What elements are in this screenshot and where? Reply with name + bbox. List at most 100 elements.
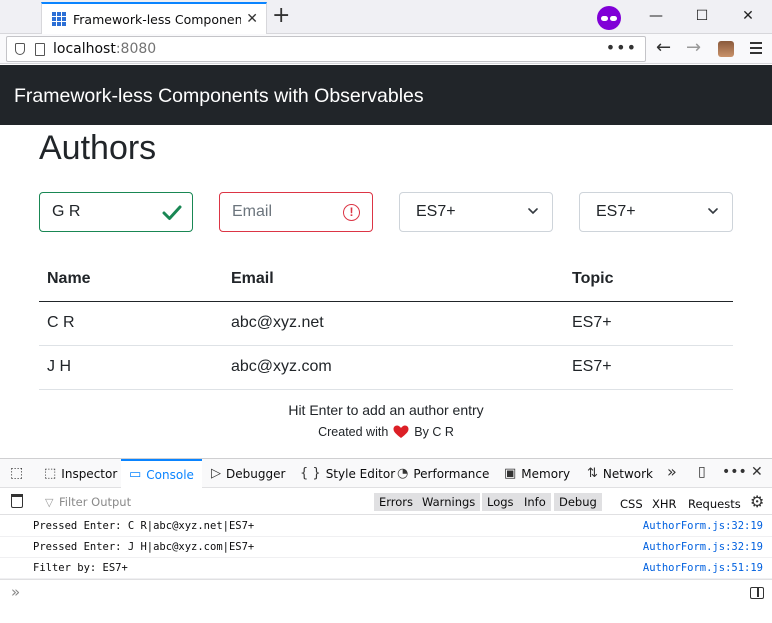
error-icon: ! [343, 204, 360, 221]
browser-tab[interactable]: Framework-less Components with Observabl… [41, 2, 267, 34]
console-message: Pressed Enter: C R|abc@xyz.net|ES7+ Auth… [0, 516, 772, 537]
tab-performance[interactable]: ◔ Performance [397, 459, 489, 488]
page-title: Authors [39, 129, 157, 167]
email-input[interactable]: Email ! [219, 192, 373, 232]
page-header: Framework-less Components with Observabl… [0, 65, 772, 125]
grid-favicon-icon [52, 12, 66, 26]
filter-warnings-button[interactable]: Warnings [417, 493, 481, 511]
column-header-email: Email [223, 258, 564, 302]
name-input-value: G R [52, 203, 81, 220]
close-window-button[interactable]: ✕ [738, 6, 758, 26]
page-actions-icon[interactable]: ••• [606, 38, 637, 57]
overflow-tabs-icon[interactable]: » [667, 462, 677, 481]
filter-output-input[interactable]: Filter Output [59, 495, 131, 509]
filter-requests-button[interactable]: Requests [688, 497, 741, 511]
topic-select-value: ES7+ [416, 203, 456, 220]
filter-info-button[interactable]: Info [519, 493, 551, 511]
filter-debug-button[interactable]: Debug [554, 493, 602, 511]
tab-label: Performance [413, 466, 490, 481]
tab-close-icon[interactable]: ✕ [246, 11, 258, 27]
topic-select[interactable]: ES7+ [399, 192, 553, 232]
devtools-panel: ⬚ ⬚ Inspector ▭ Console ▷ Debugger { } S… [0, 458, 772, 623]
forward-button[interactable]: → [686, 38, 701, 58]
devtools-tab-bar: ⬚ ⬚ Inspector ▭ Console ▷ Debugger { } S… [0, 459, 772, 488]
tab-network[interactable]: ⇅ Network [587, 459, 653, 488]
checkmark-icon [162, 205, 182, 220]
performance-icon: ◔ [397, 466, 409, 481]
console-input[interactable]: » [0, 579, 772, 605]
table-row: C R abc@xyz.net ES7+ [39, 301, 733, 346]
credits: Created with By C R [0, 425, 772, 439]
responsive-design-icon[interactable]: ▯ [698, 464, 706, 480]
cell-email: abc@xyz.net [223, 301, 564, 346]
name-input[interactable]: G R [39, 192, 193, 232]
filter-errors-button[interactable]: Errors [374, 493, 419, 511]
app-title: Framework-less Components with Observabl… [14, 85, 424, 107]
devtools-close-icon[interactable]: ✕ [751, 464, 763, 480]
tab-console[interactable]: ▭ Console [121, 459, 202, 488]
network-icon: ⇅ [587, 466, 598, 481]
log-text: Filter by: ES7+ [33, 562, 128, 574]
column-header-topic: Topic [564, 258, 733, 302]
cell-topic: ES7+ [564, 345, 733, 390]
prompt-chevron-icon: » [11, 583, 21, 601]
cell-name: C R [39, 301, 223, 346]
console-message: Pressed Enter: J H|abc@xyz.com|ES7+ Auth… [0, 537, 772, 558]
page-info-icon[interactable] [35, 42, 45, 56]
tracking-shield-icon[interactable] [15, 43, 25, 55]
cell-name: J H [39, 345, 223, 390]
filter-css-button[interactable]: CSS [620, 497, 643, 511]
navigation-toolbar: localhost :8080 ••• ← → [0, 34, 772, 64]
tab-label: Console [146, 467, 194, 482]
chevron-down-icon [528, 208, 538, 215]
private-browsing-mask-icon [597, 6, 621, 30]
hint-text: Hit Enter to add an author entry [288, 402, 484, 418]
tab-label: Network [602, 466, 654, 481]
trash-icon[interactable] [11, 494, 23, 508]
menu-icon[interactable] [750, 42, 762, 57]
cell-email: abc@xyz.com [223, 345, 564, 390]
topic-filter-value: ES7+ [596, 203, 636, 220]
account-avatar[interactable] [718, 41, 734, 57]
url-port: :8080 [115, 41, 157, 57]
tab-debugger[interactable]: ▷ Debugger [211, 459, 285, 488]
heart-icon [393, 425, 409, 438]
credits-prefix: Created with [318, 425, 389, 439]
inspector-icon: ⬚ [44, 466, 57, 481]
tab-title: Framework-less Components with Observabl… [73, 11, 241, 27]
memory-icon: ▣ [504, 466, 517, 481]
authors-table: Name Email Topic C R abc@xyz.net ES7+ J … [39, 258, 733, 390]
gear-icon[interactable]: ⚙ [750, 492, 764, 511]
url-bar[interactable]: localhost :8080 ••• [6, 36, 646, 62]
tab-label: Style Editor [325, 466, 396, 481]
console-icon: ▭ [129, 467, 142, 482]
tab-inspector[interactable]: ⬚ Inspector [44, 459, 117, 488]
style-editor-icon: { } [300, 466, 321, 481]
filter-xhr-button[interactable]: XHR [652, 497, 677, 511]
devtools-menu-icon[interactable]: ••• [722, 464, 747, 480]
tab-memory[interactable]: ▣ Memory [504, 459, 570, 488]
tab-strip: Framework-less Components with Observabl… [0, 0, 772, 34]
tab-label: Inspector [61, 466, 118, 481]
minimize-button[interactable]: — [646, 6, 666, 26]
table-header-row: Name Email Topic [39, 258, 733, 302]
sidebar-toggle-icon[interactable] [750, 587, 764, 599]
tab-label: Memory [521, 466, 571, 481]
back-button[interactable]: ← [656, 38, 671, 58]
filter-logs-button[interactable]: Logs [482, 493, 519, 511]
tab-label: Debugger [226, 466, 286, 481]
element-picker-icon[interactable]: ⬚ [10, 465, 23, 481]
credits-author: By C R [414, 425, 454, 439]
maximize-button[interactable]: ☐ [692, 6, 712, 26]
email-placeholder: Email [232, 203, 273, 220]
log-source-link[interactable]: AuthorForm.js:51:19 [643, 562, 763, 574]
topic-filter-select[interactable]: ES7+ [579, 192, 733, 232]
console-toolbar: ▽ Filter Output Errors Warnings Logs Inf… [0, 488, 772, 515]
log-text: Pressed Enter: C R|abc@xyz.net|ES7+ [33, 520, 255, 532]
new-tab-button[interactable]: + [272, 3, 290, 29]
log-source-link[interactable]: AuthorForm.js:32:19 [643, 520, 763, 532]
debugger-icon: ▷ [211, 466, 221, 481]
log-source-link[interactable]: AuthorForm.js:32:19 [643, 541, 763, 553]
filter-icon: ▽ [45, 496, 54, 509]
tab-style-editor[interactable]: { } Style Editor [300, 459, 395, 488]
